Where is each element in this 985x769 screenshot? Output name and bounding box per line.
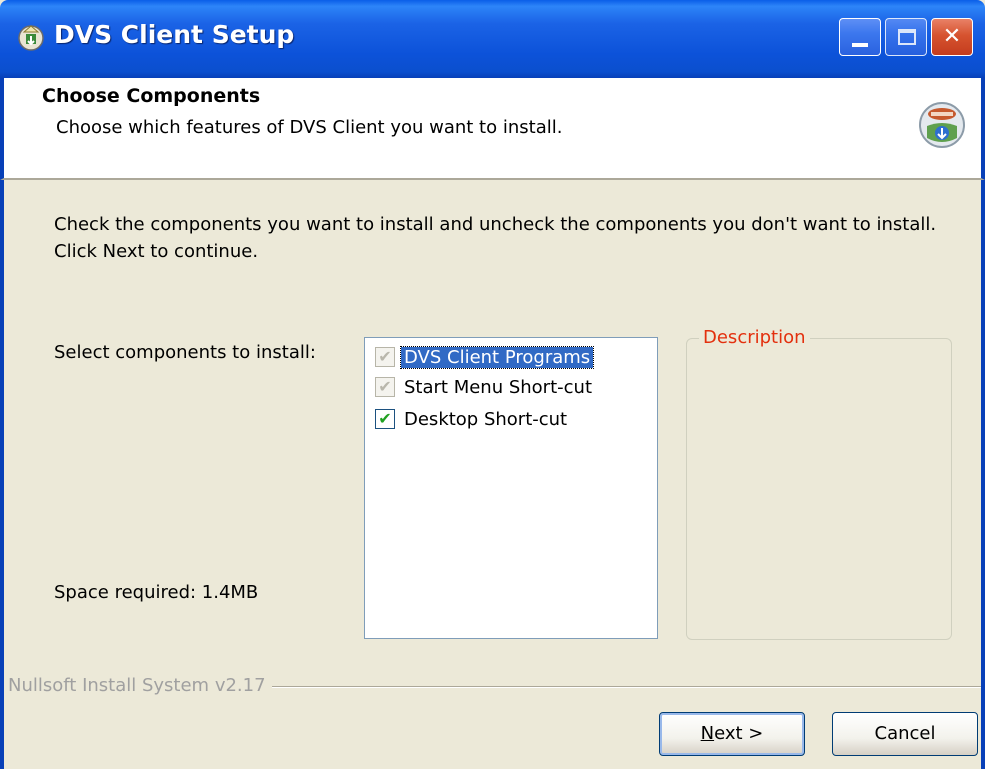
next-label: ext >	[714, 723, 764, 744]
select-components-label: Select components to install:	[54, 342, 316, 363]
checkbox-checked[interactable]: ✔	[375, 409, 395, 429]
maximize-button[interactable]	[885, 18, 927, 56]
close-button[interactable]: ✕	[931, 18, 973, 56]
title-bar[interactable]: DVS Client Setup ✕	[0, 0, 985, 78]
branding-text: Nullsoft Install System v2.17	[8, 675, 272, 696]
page-subtitle: Choose which features of DVS Client you …	[56, 117, 563, 138]
minimize-icon	[852, 43, 868, 47]
page-header: Choose Components Choose which features …	[0, 78, 985, 180]
component-label[interactable]: Start Menu Short-cut	[401, 377, 595, 398]
components-tree[interactable]: ✔ DVS Client Programs ✔ Start Menu Short…	[364, 337, 658, 639]
space-required-label: Space required: 1.4MB	[54, 582, 259, 603]
checkbox-checked-disabled: ✔	[375, 377, 395, 397]
window-title: DVS Client Setup	[54, 20, 295, 49]
dialog-body: Check the components you want to install…	[0, 180, 985, 769]
component-item[interactable]: ✔ Desktop Short-cut	[375, 405, 570, 433]
component-item[interactable]: ✔ Start Menu Short-cut	[375, 373, 595, 401]
description-groupbox: Description	[686, 327, 952, 640]
nsis-logo-icon	[919, 102, 965, 148]
next-button[interactable]: Next >	[659, 712, 805, 756]
instructions-text: Check the components you want to install…	[54, 214, 937, 262]
page-title: Choose Components	[42, 85, 261, 107]
component-item[interactable]: ✔ DVS Client Programs	[375, 343, 595, 371]
description-legend: Description	[699, 327, 810, 348]
component-label[interactable]: Desktop Short-cut	[401, 409, 570, 430]
minimize-button[interactable]	[839, 18, 881, 56]
checkbox-checked-disabled: ✔	[375, 347, 395, 367]
maximize-icon	[898, 29, 916, 45]
component-label[interactable]: DVS Client Programs	[399, 345, 595, 369]
close-icon: ✕	[942, 24, 962, 49]
cancel-button[interactable]: Cancel	[832, 712, 978, 756]
installer-app-icon	[18, 25, 44, 51]
next-mnemonic: N	[700, 723, 715, 744]
